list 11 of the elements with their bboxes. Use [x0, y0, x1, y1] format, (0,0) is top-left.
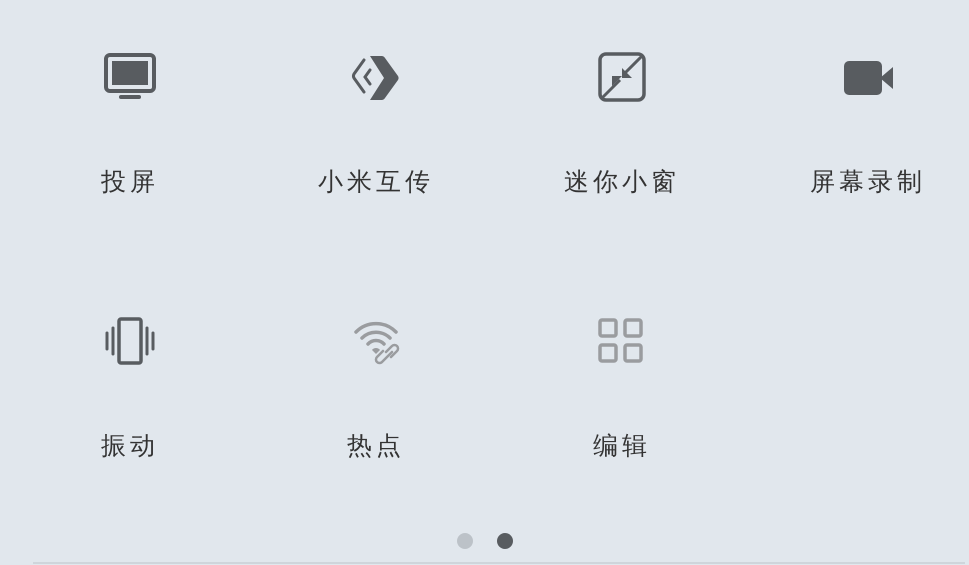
page-dot[interactable] [456, 533, 472, 549]
vibrate-icon[interactable] [104, 316, 156, 368]
shrink-icon[interactable] [596, 52, 648, 104]
tile-label: 热点 [347, 431, 405, 461]
tile-label: 投屏 [101, 167, 159, 197]
tile-label: 小米互传 [318, 167, 434, 197]
tile-label: 编辑 [593, 431, 651, 461]
tile-label: 迷你小窗 [564, 167, 680, 197]
tile-label: 振动 [101, 431, 159, 461]
page-dot[interactable] [496, 533, 512, 549]
tile-label: 屏幕录制 [810, 167, 926, 197]
